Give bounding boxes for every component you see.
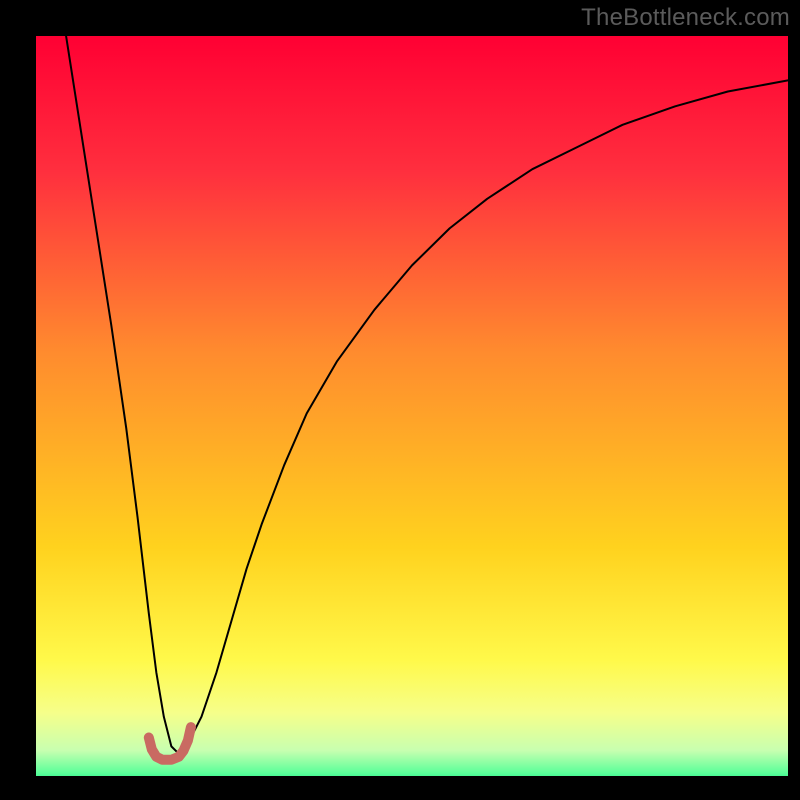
watermark-text: TheBottleneck.com xyxy=(581,4,790,32)
chart-frame: TheBottleneck.com xyxy=(0,0,800,800)
plot-area xyxy=(36,36,788,776)
bottleneck-curve xyxy=(36,36,788,776)
